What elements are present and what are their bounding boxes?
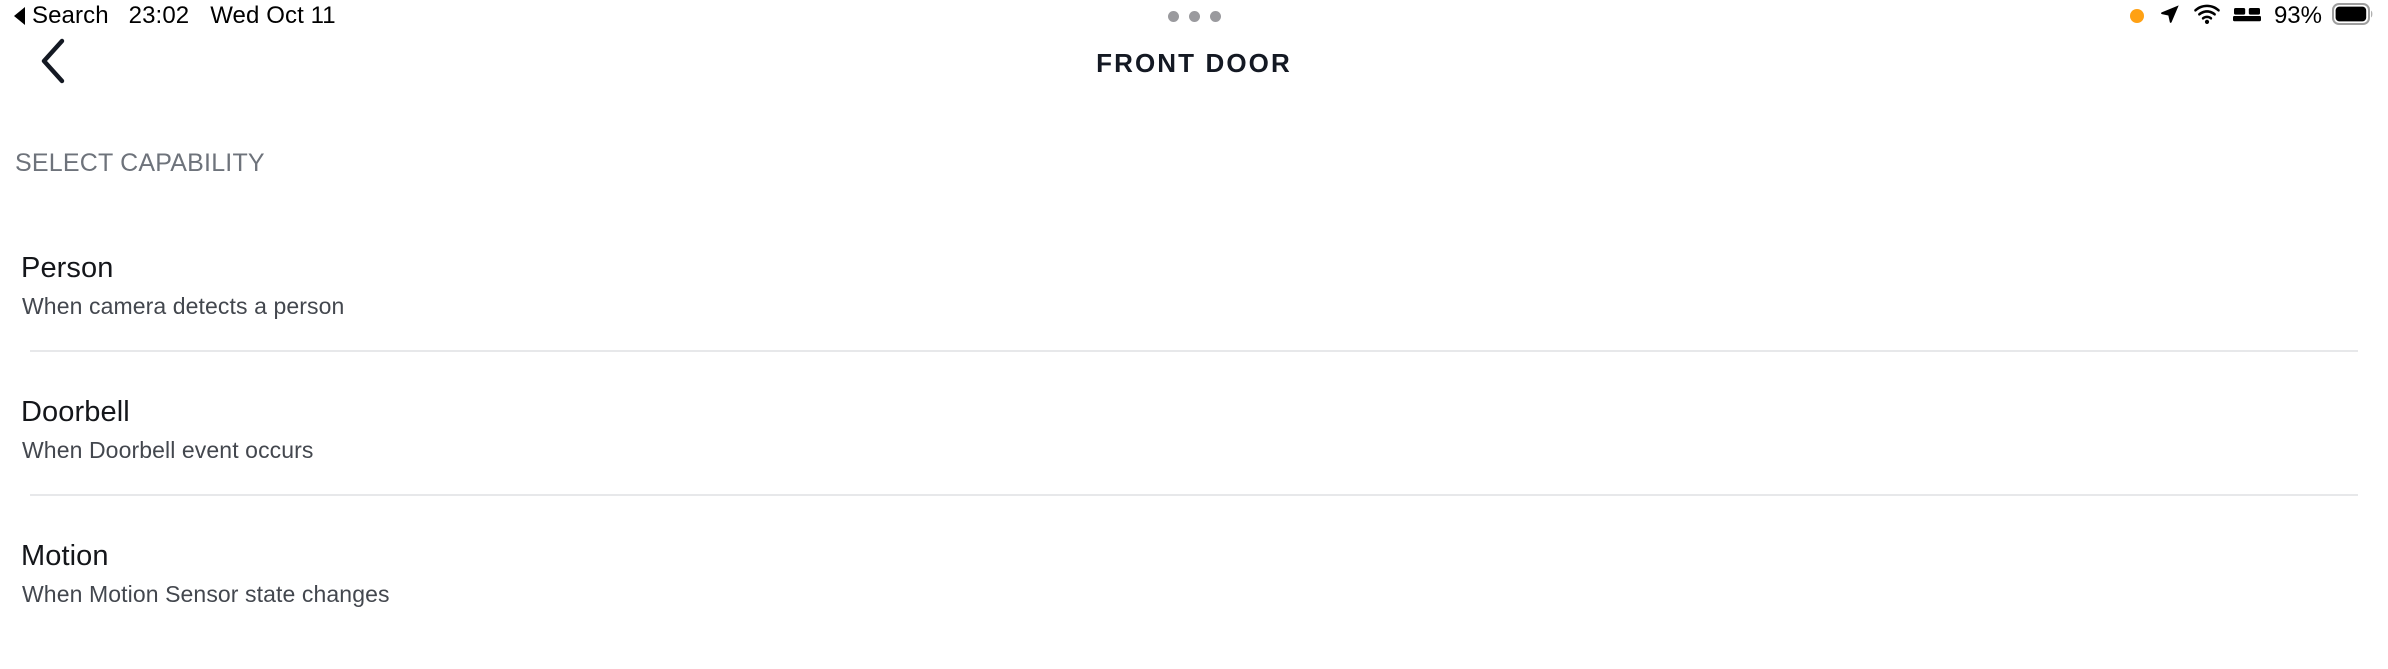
status-bar: Search 23:02 Wed Oct 11 93% xyxy=(0,0,2388,32)
list-item-subtitle: When camera detects a person xyxy=(22,293,345,319)
list-item-person[interactable]: Person When camera detects a person xyxy=(0,208,2388,352)
bed-sleep-focus-icon xyxy=(2232,4,2261,29)
status-bar-left: Search 23:02 Wed Oct 11 xyxy=(0,0,336,32)
status-bar-center xyxy=(0,0,2388,32)
status-bar-right: 93% xyxy=(2129,0,2388,32)
list-item-title: Motion xyxy=(21,540,109,572)
battery-percent-label: 93% xyxy=(2273,2,2322,29)
location-arrow-icon xyxy=(2159,3,2181,30)
status-time: 23:02 xyxy=(128,2,190,29)
multitask-dot xyxy=(1188,10,1200,22)
multitask-dots-icon[interactable] xyxy=(1167,10,1221,22)
multitask-dot xyxy=(1167,10,1179,22)
navigation-bar: FRONT DOOR xyxy=(0,32,2388,94)
triangle-left-icon[interactable] xyxy=(14,7,25,25)
list-item-title: Doorbell xyxy=(21,396,130,428)
battery-icon xyxy=(2332,2,2374,30)
page-title: FRONT DOOR xyxy=(1096,48,1292,78)
list-item-subtitle: When Motion Sensor state changes xyxy=(22,581,390,607)
wifi-icon xyxy=(2194,4,2220,29)
list-item-subtitle: When Doorbell event occurs xyxy=(22,437,314,463)
status-back-app-label[interactable]: Search xyxy=(32,0,109,32)
capability-list: Person When camera detects a person Door… xyxy=(0,208,2388,640)
list-item-doorbell[interactable]: Doorbell When Doorbell event occurs xyxy=(0,352,2388,496)
status-date: Wed Oct 11 xyxy=(210,2,336,29)
microphone-in-use-dot xyxy=(2129,9,2144,23)
section-header-select-capability: SELECT CAPABILITY xyxy=(15,149,265,177)
multitask-dot xyxy=(1209,10,1221,22)
list-item-motion[interactable]: Motion When Motion Sensor state changes xyxy=(0,496,2388,640)
list-item-title: Person xyxy=(21,252,114,284)
